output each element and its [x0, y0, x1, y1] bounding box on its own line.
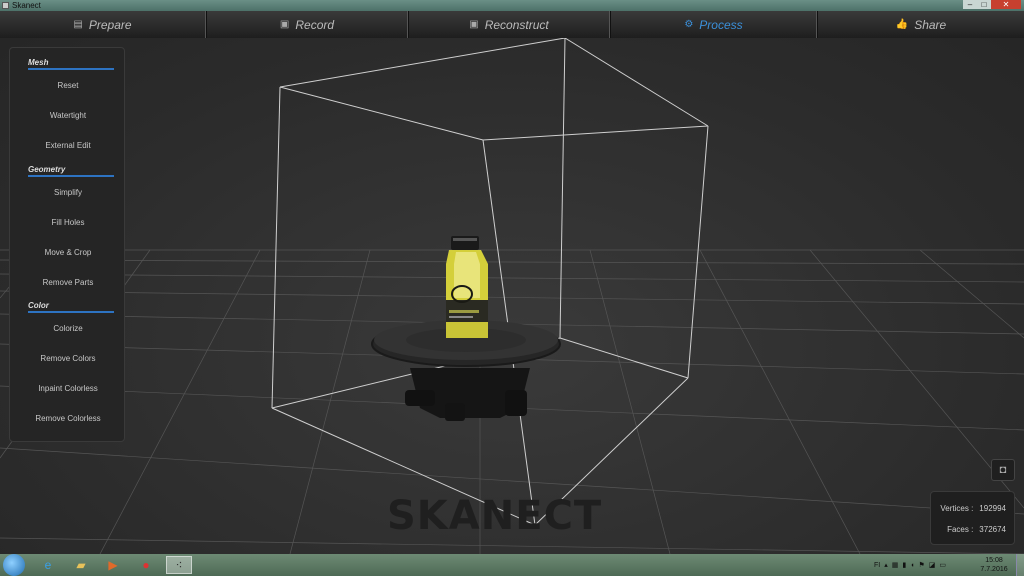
title-bar: Skanect – □ ✕ — [0, 0, 1024, 11]
chrome-icon[interactable]: ● — [133, 556, 159, 574]
windows-taskbar: e ▰ ▶ ● ⁖ FI ▴ ▦ ▮ ◖ ⚑ ◪ ▭ 15:08 7.7.201… — [0, 554, 1024, 576]
clipboard-icon: ▤ — [73, 19, 83, 30]
faces-value: 372674 — [979, 525, 1006, 534]
language-indicator[interactable]: FI — [874, 562, 880, 569]
skanect-watermark-logo: SKANECT — [387, 493, 602, 539]
show-desktop-button[interactable] — [1016, 554, 1024, 576]
camera-icon: ◘ — [999, 464, 1007, 476]
clock-time: 15:08 — [985, 557, 1003, 564]
workflow-nav: ▤ Prepare ▣ Record ▣ Reconstruct ⚙ Proce… — [0, 11, 1024, 39]
network-icon[interactable]: ▦ — [892, 561, 899, 569]
file-explorer-icon[interactable]: ▰ — [68, 556, 94, 574]
3d-viewport[interactable]: SKANECT — [0, 38, 1024, 554]
vertices-label: Vertices : — [940, 504, 974, 513]
tab-label: Prepare — [88, 17, 132, 32]
gears-icon: ⚙ — [684, 19, 694, 30]
maximize-button[interactable]: □ — [977, 0, 991, 9]
tab-prepare[interactable]: ▤ Prepare — [0, 11, 205, 38]
fill-holes-button[interactable]: Fill Holes — [10, 217, 126, 229]
internet-explorer-icon[interactable]: e — [35, 556, 61, 574]
media-player-icon[interactable]: ▶ — [100, 556, 126, 574]
close-button[interactable]: ✕ — [991, 0, 1021, 9]
tab-share[interactable]: 👍 Share — [818, 11, 1024, 38]
app-icon — [2, 2, 9, 9]
record-icon: ▣ — [279, 19, 290, 30]
tab-process[interactable]: ⚙ Process — [611, 11, 816, 38]
battery-icon[interactable]: ▮ — [902, 561, 906, 569]
mesh-stats-panel: Vertices : 192994 Faces : 372674 — [930, 491, 1015, 545]
system-tray: FI ▴ ▦ ▮ ◖ ⚑ ◪ ▭ — [874, 554, 946, 576]
vertices-value: 192994 — [979, 504, 1006, 513]
scanned-bottle — [446, 236, 488, 338]
faces-row: Faces : 372674 — [947, 525, 1006, 534]
external-edit-button[interactable]: External Edit — [10, 140, 126, 152]
tab-reconstruct[interactable]: ▣ Reconstruct — [409, 11, 609, 38]
scene-graphics — [0, 38, 1024, 554]
colorize-button[interactable]: Colorize — [10, 323, 126, 335]
inpaint-colorless-button[interactable]: Inpaint Colorless — [10, 383, 126, 395]
windows-start-icon[interactable] — [3, 554, 25, 576]
section-mesh-title: Mesh — [28, 58, 114, 70]
nvidia-icon[interactable]: ◪ — [929, 561, 936, 569]
watertight-button[interactable]: Watertight — [10, 110, 126, 122]
simplify-button[interactable]: Simplify — [10, 187, 126, 199]
snapshot-button[interactable]: ◘ — [991, 459, 1015, 481]
watermark-text: SKANECT — [387, 493, 603, 539]
skanect-icon[interactable]: ⁖ — [166, 556, 192, 574]
volume-icon[interactable]: ◖ — [910, 562, 914, 569]
thumbs-up-icon: 👍 — [895, 19, 909, 30]
tab-label: Process — [699, 17, 743, 32]
clock-date: 7.7.2016 — [980, 566, 1008, 573]
tab-label: Share — [914, 17, 947, 32]
faces-label: Faces : — [947, 525, 974, 534]
system-clock[interactable]: 15:08 7.7.2016 — [977, 556, 1011, 574]
crop-bounding-box — [271, 38, 709, 526]
move-crop-button[interactable]: Move & Crop — [10, 247, 126, 259]
flag-icon[interactable]: ⚑ — [918, 561, 924, 569]
tab-label: Reconstruct — [484, 17, 549, 32]
tray-expand-icon[interactable]: ▴ — [884, 561, 888, 569]
section-geometry-title: Geometry — [28, 165, 114, 177]
remove-colors-button[interactable]: Remove Colors — [10, 353, 126, 365]
process-tools-panel: Mesh Reset Watertight External Edit Geom… — [9, 47, 125, 442]
vertices-row: Vertices : 192994 — [940, 504, 1006, 513]
reset-button[interactable]: Reset — [10, 80, 126, 92]
reconstruct-icon: ▣ — [469, 19, 479, 30]
section-color-title: Color — [28, 301, 114, 313]
minimize-button[interactable]: – — [963, 0, 977, 9]
window-title: Skanect — [12, 1, 41, 10]
remove-colorless-button[interactable]: Remove Colorless — [10, 413, 126, 425]
display-icon[interactable]: ▭ — [939, 561, 946, 569]
tab-record[interactable]: ▣ Record — [207, 11, 407, 38]
tab-label: Record — [295, 17, 335, 32]
remove-parts-button[interactable]: Remove Parts — [10, 277, 126, 289]
